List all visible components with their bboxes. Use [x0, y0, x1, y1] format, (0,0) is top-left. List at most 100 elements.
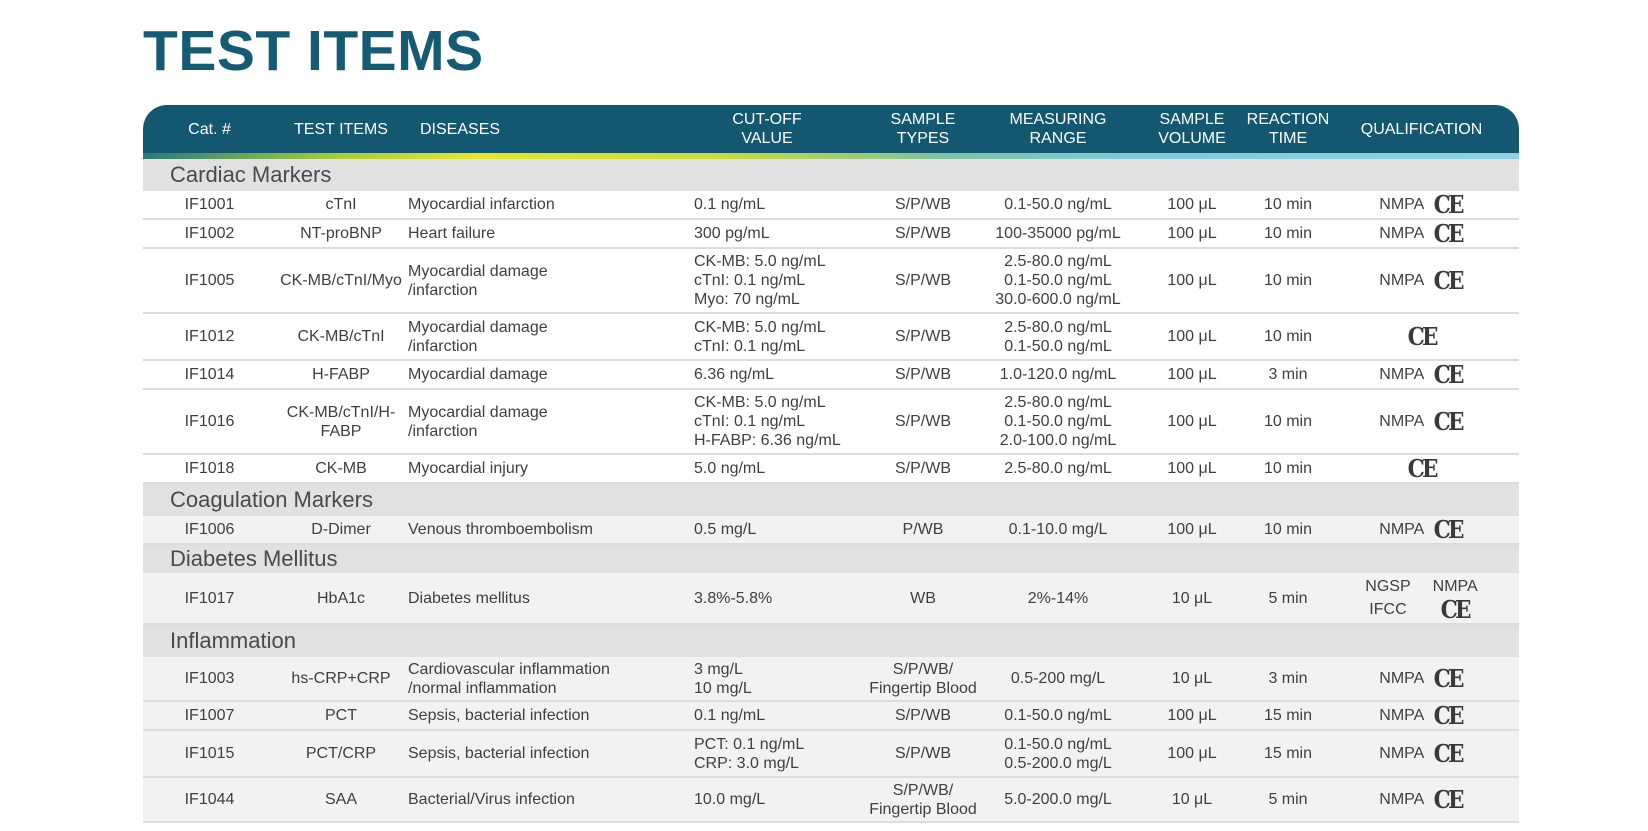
sample-types-lines: S/P/WB [895, 327, 951, 346]
sample-types-line: S/P/WB [894, 413, 951, 430]
measuring-range: 5.0-200.0 mg/L [984, 778, 1132, 821]
page-title: TEST ITEMS [143, 19, 484, 83]
cutoff-value-line: H-FABP: 6.36 ng/mL [694, 432, 841, 449]
qualification-grid: NGSP NMPA IFCC CE [1365, 577, 1477, 622]
measuring-range: 0.1-50.0 ng/mL 0.5-200.0 mg/L [984, 731, 1132, 776]
header-measuring-range-label: MEASURING RANGE [1010, 110, 1107, 148]
cutoff-value-lines: 0.1 ng/mL [694, 706, 765, 725]
header-measuring-range: MEASURING RANGE [984, 105, 1132, 153]
cutoff-value-lines: 3 mg/L 10 mg/L [694, 660, 752, 698]
test-item: hs-CRP+CRP [291, 670, 391, 687]
disease-lines: Heart failure [408, 224, 495, 243]
sample-volume: 100 μL [1167, 460, 1217, 477]
measuring-range-line: 0.1-10.0 mg/L [1008, 521, 1108, 538]
qualification: NMPA CE [1324, 390, 1519, 453]
qualification-label: NMPA [1379, 413, 1425, 430]
table-row: IF1044 SAA Bacterial/Virus infection 10.0 m… [143, 778, 1519, 823]
cat-number: IF1005 [184, 272, 235, 289]
measuring-range-line: 2.5-80.0 ng/mL [1004, 253, 1112, 270]
cat-number: IF1002 [184, 225, 235, 242]
test-items-table: Cat. # TEST ITEMS DISEASES CUT-OFF VALUE SAMP… [143, 105, 1519, 823]
disease-line: Diabetes mellitus [408, 589, 530, 607]
sample-types-lines: S/P/WB [895, 195, 951, 214]
qualification: NMPA CE [1324, 657, 1519, 700]
cutoff-value: 10.0 mg/L [672, 778, 862, 821]
disease-lines: Myocardial damage/infarction [408, 262, 548, 300]
disease-lines: Bacterial/Virus infection [408, 790, 575, 809]
measuring-range-lines: 0.1-50.0 ng/mL [1004, 195, 1112, 214]
disease-lines: Myocardial infarction [408, 195, 555, 214]
cutoff-value-line: 3.8%-5.8% [694, 589, 773, 607]
section-heading: Coagulation Markers [143, 484, 1519, 516]
qualification-group: NMPA CE [1379, 268, 1465, 292]
cutoff-value-line: cTnI: 0.1 ng/mL [694, 272, 806, 289]
cutoff-value-lines: 5.0 ng/mL [694, 459, 765, 478]
disease: Myocardial damage/infarction [406, 249, 672, 312]
disease: Myocardial injury [406, 455, 672, 482]
sample-volume: 100 μL [1167, 196, 1217, 213]
cat-number: IF1017 [184, 589, 235, 607]
measuring-range-lines: 5.0-200.0 mg/L [1004, 790, 1112, 809]
qualification-group: NMPA CE [1379, 362, 1465, 386]
qualification-group: NMPA CE [1379, 409, 1465, 433]
reaction-time: 5 min [1268, 589, 1308, 607]
cutoff-value: 300 pg/mL [672, 220, 862, 247]
qualification-group: NMPA CE [1379, 221, 1465, 245]
disease: Myocardial damage [406, 361, 672, 388]
disease-line: Venous thromboembolism [408, 521, 593, 538]
test-item: SAA [324, 791, 357, 808]
disease-line: /infarction [408, 422, 478, 440]
sample-types-line: S/P/WB [894, 225, 951, 242]
cutoff-value-line: CK-MB: 5.0 ng/mL [694, 318, 826, 336]
sample-types: S/P/WB [862, 702, 984, 729]
reaction-time: 10 min [1263, 328, 1313, 345]
reaction-time: 3 min [1268, 366, 1308, 383]
measuring-range-line: 2%-14% [1027, 589, 1089, 607]
qualification: NGSP NMPA IFCC CE [1324, 573, 1519, 623]
qualification-group: NMPA CE [1379, 514, 1465, 544]
cutoff-value-line: CK-MB: 5.0 ng/mL [694, 394, 826, 411]
measuring-range: 100-35000 pg/mL [984, 220, 1132, 247]
sample-types: WB [862, 573, 984, 623]
sample-types-lines: S/P/WB [895, 365, 951, 384]
qualification: NMPA CE [1324, 361, 1519, 388]
measuring-range-lines: 100-35000 pg/mL [995, 224, 1120, 243]
sample-types-line: S/P/WB [894, 460, 951, 477]
cutoff-value: 0.5 mg/L [672, 516, 862, 543]
table-row: IF1005 CK-MB/cTnI/Myo Myocardial damage/in… [143, 249, 1519, 314]
disease: Myocardial infarction [406, 191, 672, 218]
cutoff-value: 0.1 ng/mL [672, 702, 862, 729]
sample-types-lines: WB [910, 589, 936, 608]
header-cutoff-label: CUT-OFF VALUE [732, 110, 801, 148]
cutoff-value-lines: 10.0 mg/L [694, 790, 765, 809]
reaction-time: 10 min [1263, 521, 1313, 538]
disease-line: /normal inflammation [408, 679, 557, 697]
sample-types: S/P/WB [862, 390, 984, 453]
qualification-group: CE [1406, 324, 1438, 348]
cutoff-value-line: PCT: 0.1 ng/mL [694, 735, 805, 753]
qualification: CE [1324, 455, 1519, 482]
cutoff-value: 3.8%-5.8% [672, 573, 862, 623]
table-row: IF1018 CK-MB Myocardial injury 5.0 ng/mL S/P… [143, 455, 1519, 484]
sample-types-line: S/P/WB [894, 366, 951, 383]
disease-line: Sepsis, bacterial infection [408, 745, 590, 762]
cutoff-value-line: 0.1 ng/mL [694, 707, 766, 724]
header-sample-volume-line: SAMPLE [1159, 111, 1225, 128]
ce-mark-icon: CE [1433, 514, 1465, 544]
table-row: IF1014 H-FABP Myocardial damage 6.36 ng/mL S… [143, 361, 1519, 390]
sample-volume: 100 μL [1167, 745, 1217, 762]
header-sample-types-line: TYPES [896, 130, 950, 147]
measuring-range: 1.0-120.0 ng/mL [984, 361, 1132, 388]
qualification: NMPA CE [1324, 731, 1519, 776]
test-item: PCT [325, 707, 357, 724]
cutoff-value-lines: CK-MB: 5.0 ng/mL cTnI: 0.1 ng/mL H-FABP: 6… [694, 393, 841, 450]
disease: Sepsis, bacterial infection [406, 702, 672, 729]
measuring-range-line: 100-35000 pg/mL [995, 225, 1121, 242]
qualification-label: NMPA [1379, 366, 1425, 383]
table-row: IF1006 D-Dimer Venous thromboembolism 0.5 m… [143, 516, 1519, 545]
sample-types-line: Fingertip Blood [869, 800, 977, 818]
sample-types-lines: S/P/WB/Fingertip Blood [869, 781, 977, 819]
cutoff-value: 0.1 ng/mL [672, 191, 862, 218]
header-sample-volume: SAMPLE VOLUME [1132, 105, 1252, 153]
qualification: NMPA CE [1324, 702, 1519, 729]
